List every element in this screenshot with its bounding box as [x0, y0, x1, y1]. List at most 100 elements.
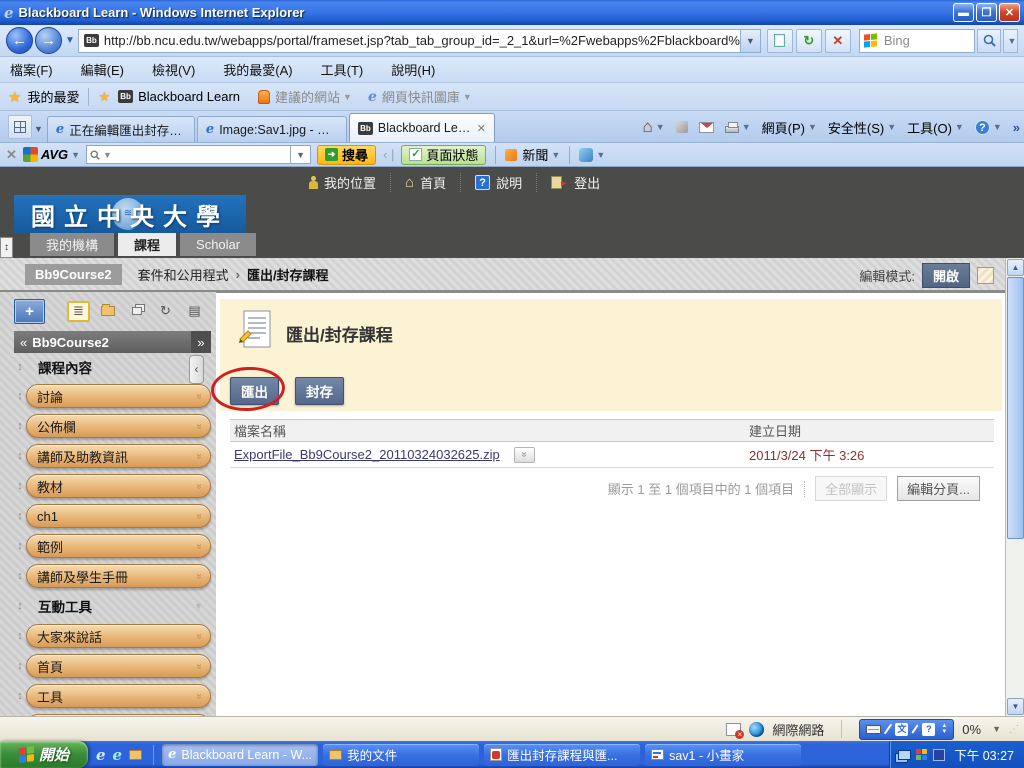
breadcrumb-course-badge[interactable]: Bb9Course2 [25, 264, 122, 285]
item-chevron-icon[interactable]: » [194, 693, 205, 699]
menu-pill[interactable]: 首頁» [26, 654, 211, 678]
drag-handle-icon[interactable]: ↕ [14, 570, 26, 582]
tab-my-institution[interactable]: 我的機構 [30, 233, 114, 256]
drag-handle-icon[interactable]: ↕ [14, 690, 26, 702]
avg-search-input[interactable]: ▼ ▼ [86, 145, 311, 164]
breadcrumb-parent[interactable]: 套件和公用程式 [138, 265, 229, 284]
export-button[interactable]: 匯出 [230, 377, 279, 405]
avg-news-button[interactable]: 新聞▼ [505, 145, 560, 164]
handwriting-icon[interactable] [912, 724, 919, 733]
keep-menu-open-button[interactable]: ▤ [183, 301, 206, 322]
item-chevron-icon[interactable]: » [194, 453, 205, 459]
item-chevron-icon[interactable]: » [194, 483, 205, 489]
menu-pill[interactable]: 教材» [26, 474, 211, 498]
compatibility-view-button[interactable] [767, 29, 793, 53]
language-bar-options-icon[interactable]: ▲▼ [941, 723, 947, 735]
tab-list-dropdown-icon[interactable]: ▼ [34, 124, 43, 134]
home-button[interactable]: ⌂▼ [642, 117, 664, 137]
ime-help-icon[interactable]: ? [922, 723, 935, 736]
ime-panel-icon[interactable]: 文 [895, 723, 908, 736]
drag-handle-icon[interactable]: ↕ [14, 390, 26, 402]
avg-extra-button[interactable]: ▼ [579, 148, 605, 162]
forward-button[interactable]: → [35, 27, 62, 54]
menu-pill[interactable]: 工具» [26, 684, 211, 708]
edit-paging-button[interactable]: 編輯分頁... [897, 476, 980, 501]
search-button[interactable] [977, 29, 1001, 53]
scroll-up-button[interactable]: ▲ [1007, 259, 1024, 276]
tab-wiki-image[interactable]: e Image:Sav1.jpg - NCUCC Wiki [197, 116, 347, 142]
drag-handle-icon[interactable]: ↕ [14, 630, 26, 642]
tab-blackboard-active[interactable]: Bb Blackboard Learn ✕ [349, 113, 495, 142]
vertical-scrollbar[interactable]: ▲ ▼ [1005, 258, 1024, 716]
add-menu-item-button[interactable]: + [14, 299, 45, 324]
address-input[interactable]: Bb http://bb.ncu.edu.tw/webapps/portal/f… [78, 29, 761, 53]
nav-help[interactable]: ?說明 [461, 173, 537, 192]
favorites-button[interactable]: 我的最愛 [27, 87, 79, 106]
tab-scholar[interactable]: Scholar [180, 233, 256, 256]
menu-pill[interactable]: 公佈欄» [26, 414, 211, 438]
address-dropdown-icon[interactable]: ▼ [740, 30, 760, 52]
back-button[interactable]: ← [6, 27, 33, 54]
folder-view-button[interactable] [96, 301, 119, 322]
open-window-view-button[interactable] [125, 301, 148, 322]
task-export-doc[interactable]: 匯出封存課程與匯... [484, 744, 640, 766]
menu-file[interactable]: 檔案(F) [10, 60, 53, 79]
scrollbar-thumb[interactable] [1007, 277, 1024, 539]
item-options-button[interactable]: » [514, 447, 535, 463]
edit-mode-toggle[interactable]: 開啟 [922, 263, 970, 288]
browser-quicklaunch-icon[interactable]: e [113, 746, 123, 764]
start-button[interactable]: 開始 [0, 741, 88, 768]
avg-tray-icon[interactable] [916, 749, 928, 761]
suggested-sites-dropdown-icon[interactable]: ▼ [343, 92, 352, 102]
drag-handle-icon[interactable]: ↕ [14, 450, 26, 462]
network-icon[interactable] [898, 750, 911, 760]
menu-pill[interactable]: 大家來說話» [26, 624, 211, 648]
item-chevron-icon[interactable]: » [194, 543, 205, 549]
read-mail-icon[interactable] [699, 122, 714, 133]
search-options-dropdown-icon[interactable]: ▼ [1003, 29, 1018, 53]
drag-handle-icon[interactable]: ↕ [14, 540, 26, 552]
menu-pill[interactable]: ch1» [26, 504, 211, 528]
toolbar-close-icon[interactable]: ✕ [6, 147, 17, 163]
task-paint[interactable]: sav1 - 小畫家 [645, 744, 801, 766]
item-chevron-icon[interactable]: » [194, 513, 205, 519]
nav-logout[interactable]: 登出 [537, 173, 614, 192]
drag-handle-icon[interactable]: ↕ [14, 600, 26, 612]
menu-pill[interactable]: 講師及學生手冊» [26, 564, 211, 588]
export-file-link[interactable]: ExportFile_Bb9Course2_20110324032625.zip [234, 447, 500, 462]
item-chevron-icon[interactable]: » [194, 573, 205, 579]
nav-my-places[interactable]: 我的位置 [295, 173, 391, 192]
menu-pill[interactable]: 討論» [26, 384, 211, 408]
quick-tabs-button[interactable] [8, 115, 32, 139]
refresh-button[interactable]: ↻ [796, 29, 822, 53]
menu-tools[interactable]: 工具(T) [321, 60, 364, 79]
scroll-down-button[interactable]: ▼ [1007, 698, 1024, 715]
archive-button[interactable]: 封存 [295, 377, 344, 405]
drag-handle-icon[interactable]: ↕ [14, 361, 26, 373]
avg-search-dropdown-icon[interactable]: ▼ [290, 146, 307, 163]
drag-handle-icon[interactable]: ↕ [14, 480, 26, 492]
tab-editing-export[interactable]: e 正在編輯匯出封存課程與... [47, 116, 195, 142]
sidebar-collapse-button[interactable]: ‹ [189, 355, 204, 384]
drag-handle-icon[interactable]: ↕ [14, 660, 26, 672]
ie-quicklaunch-icon[interactable]: e [96, 746, 106, 764]
tab-close-icon[interactable]: ✕ [477, 122, 486, 135]
menu-favorites[interactable]: 我的最愛(A) [223, 60, 292, 79]
edit-mode-hatch-icon[interactable] [977, 267, 994, 284]
page-menu-button[interactable]: 網頁(P)▼ [762, 118, 817, 137]
suggested-sites-button[interactable]: 建議的網站 [275, 87, 340, 106]
menu-view[interactable]: 檢視(V) [152, 60, 195, 79]
overflow-chevron-icon[interactable]: » [1013, 120, 1020, 135]
menu-pill[interactable]: 講師及助教資訊» [26, 444, 211, 468]
webslice-dropdown-icon[interactable]: ▼ [463, 92, 472, 102]
tools-menu-button[interactable]: 工具(O)▼ [907, 118, 964, 137]
recent-pages-dropdown-icon[interactable]: ▼ [65, 35, 75, 46]
collapse-icon[interactable]: « [20, 335, 27, 350]
close-button[interactable]: ✕ [999, 3, 1020, 22]
item-chevron-icon[interactable]: » [194, 423, 205, 429]
favorite-link-blackboard[interactable]: Blackboard Learn [138, 89, 240, 104]
item-chevron-icon[interactable]: » [194, 393, 205, 399]
folder-quicklaunch-icon[interactable] [129, 750, 142, 760]
help-button[interactable]: ?▼ [975, 120, 1002, 135]
menu-edit[interactable]: 編輯(E) [81, 60, 124, 79]
